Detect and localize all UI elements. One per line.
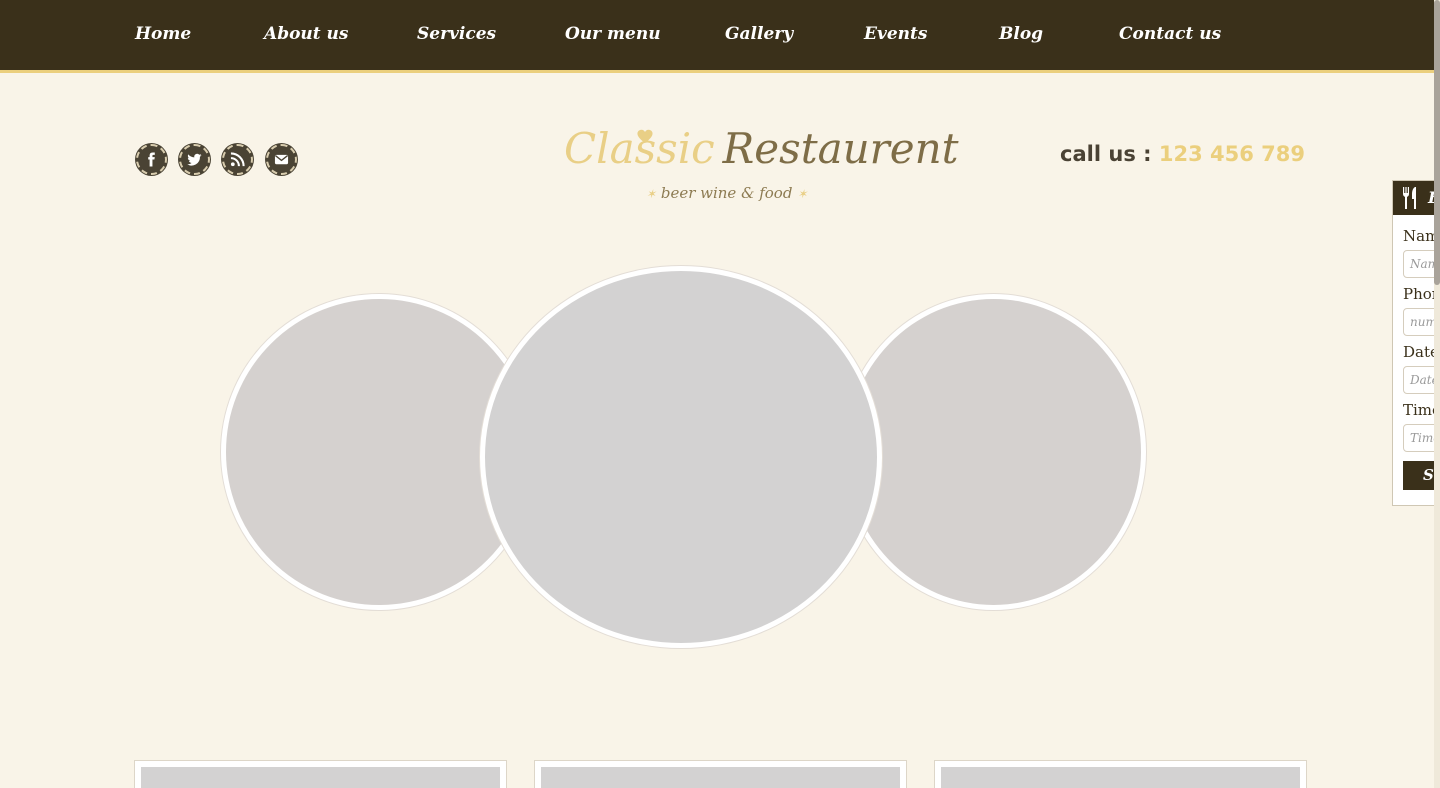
scrollbar-thumb[interactable] xyxy=(1434,0,1440,285)
heart-icon xyxy=(637,129,653,143)
nav-blog[interactable]: Blog xyxy=(999,24,1043,44)
logo-tagline: ✶ beer wine & food ✶ xyxy=(646,184,807,202)
feature-card[interactable] xyxy=(134,760,507,788)
booking-header[interactable]: Bo xyxy=(1393,181,1440,215)
page-scrollbar[interactable] xyxy=(1434,0,1440,788)
booking-panel: Bo Name Name Phone numb Date Date Time T… xyxy=(1392,180,1440,506)
card-image xyxy=(141,767,500,788)
nav-events[interactable]: Events xyxy=(864,24,927,44)
nav-about-us[interactable]: About us xyxy=(264,24,348,44)
call-us: call us : 123 456 789 xyxy=(1060,142,1305,166)
rss-icon[interactable] xyxy=(222,144,253,175)
nav-gallery[interactable]: Gallery xyxy=(725,24,793,44)
logo-restaurent-text: Restaurent xyxy=(722,124,959,173)
nav-our-menu[interactable]: Our menu xyxy=(565,24,661,44)
email-icon[interactable] xyxy=(266,144,297,175)
tagline-text: beer wine & food xyxy=(660,184,793,202)
card-image xyxy=(941,767,1300,788)
star-icon: ✶ xyxy=(646,187,657,201)
nav-home[interactable]: Home xyxy=(135,24,191,44)
feature-card[interactable] xyxy=(934,760,1307,788)
slider-image-center[interactable] xyxy=(480,266,882,648)
top-navigation: Home About us Services Our menu Gallery … xyxy=(0,0,1440,73)
fork-knife-icon xyxy=(1403,187,1416,209)
nav-contact-us[interactable]: Contact us xyxy=(1119,24,1221,44)
site-logo[interactable]: Classic Restaurent ✶ beer wine & food ✶ xyxy=(564,122,959,212)
phone-number[interactable]: 123 456 789 xyxy=(1159,142,1305,166)
call-us-label: call us : xyxy=(1060,142,1152,166)
facebook-icon[interactable] xyxy=(136,144,167,175)
nav-services[interactable]: Services xyxy=(417,24,496,44)
card-image xyxy=(541,767,900,788)
logo-title: Classic Restaurent xyxy=(564,124,959,173)
slider-image-right[interactable] xyxy=(841,294,1146,610)
feature-card[interactable] xyxy=(534,760,907,788)
star-icon: ✶ xyxy=(797,187,808,201)
twitter-icon[interactable] xyxy=(179,144,210,175)
